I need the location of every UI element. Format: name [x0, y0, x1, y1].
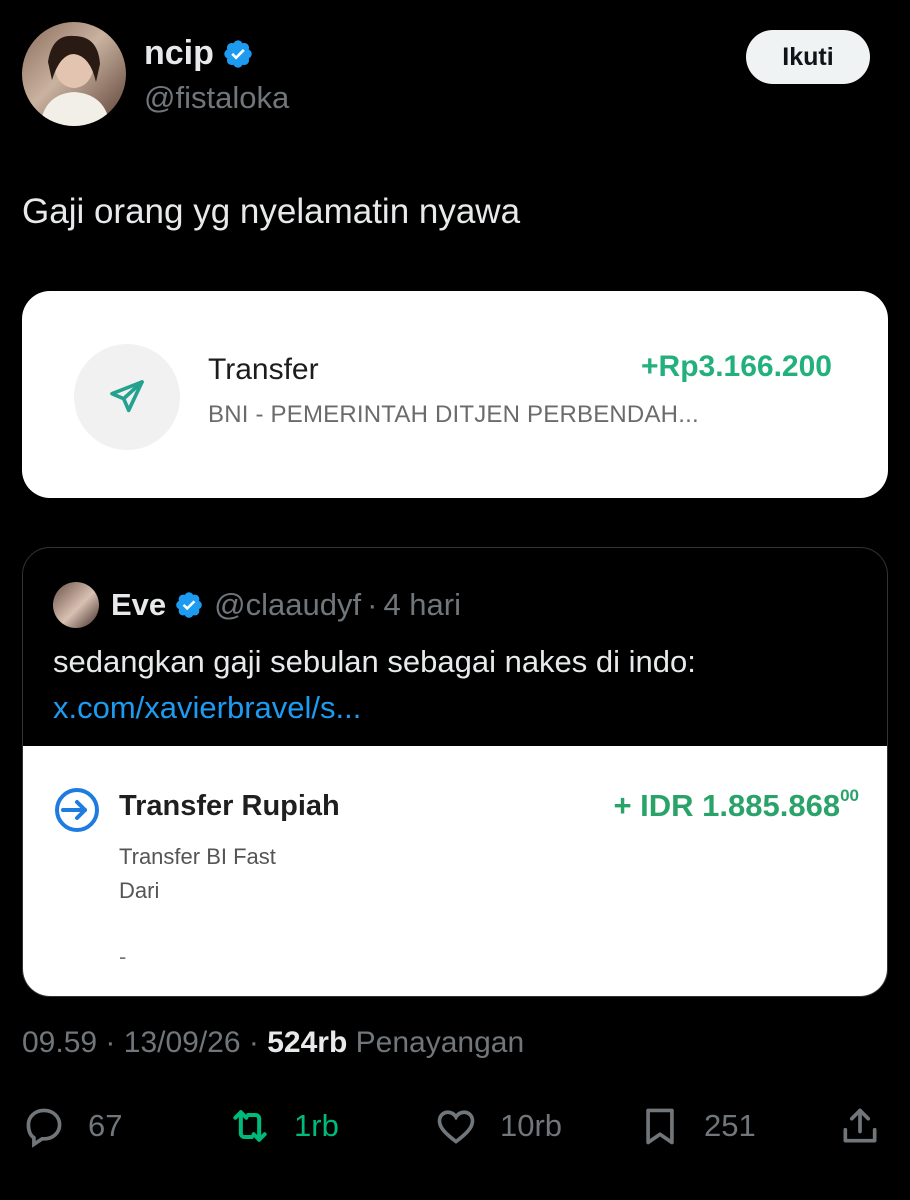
like-button[interactable]: 10rb: [434, 1098, 562, 1154]
avatar[interactable]: [22, 22, 126, 126]
action-bar: 67 1rb 10rb 251: [22, 1098, 888, 1154]
media-amount-cents: 00: [840, 786, 859, 805]
like-count: 10rb: [500, 1108, 563, 1143]
tweet-text: Gaji orang yg nyelamatin nyawa: [22, 192, 521, 231]
quoted-media-image[interactable]: Transfer Rupiah + IDR 1.885.86800 Transf…: [23, 746, 887, 996]
verified-badge-icon: [224, 39, 252, 68]
quoted-time: 4 hari: [383, 587, 461, 622]
media-line-3: -: [119, 944, 127, 969]
transfer-subtitle: BNI - PEMERINTAH DITJEN PERBENDAH...: [208, 401, 699, 428]
share-button[interactable]: [838, 1098, 882, 1154]
author-name[interactable]: ncip: [144, 34, 214, 73]
views-count: 524rb: [267, 1026, 348, 1059]
media-transfer-title: Transfer Rupiah: [119, 790, 340, 822]
quoted-avatar: [53, 582, 99, 628]
repost-button[interactable]: 1rb: [228, 1098, 339, 1154]
follow-button[interactable]: Ikuti: [746, 30, 870, 84]
reply-icon: [26, 1108, 62, 1148]
reply-count: 67: [88, 1108, 123, 1143]
quoted-author-name: Eve: [111, 587, 167, 622]
quoted-tweet-header: Eve @claaudyf · 4 hari: [53, 582, 461, 628]
transfer-amount: +Rp3.166.200: [641, 350, 832, 383]
transfer-card-image[interactable]: Transfer BNI - PEMERINTAH DITJEN PERBEND…: [22, 291, 888, 498]
tweet-time[interactable]: 09.59: [22, 1026, 97, 1059]
share-icon: [843, 1108, 877, 1143]
quoted-author-handle: @claaudyf: [214, 587, 362, 622]
repost-icon: [233, 1110, 267, 1142]
quoted-link[interactable]: x.com/xavierbravel/s...: [53, 690, 361, 726]
author-name-row: ncip: [144, 34, 254, 73]
send-icon-circle: [74, 344, 180, 450]
send-icon: [110, 380, 144, 413]
transfer-title: Transfer: [208, 353, 319, 386]
heart-icon: [437, 1110, 475, 1144]
transfer-in-icon: [55, 788, 99, 832]
bookmark-button[interactable]: 251: [638, 1098, 756, 1154]
tweet-meta: 09.59 · 13/09/26 · 524rb Penayangan: [22, 1026, 524, 1060]
quoted-separator: ·: [367, 587, 378, 622]
media-line-1: Transfer BI Fast: [119, 844, 276, 869]
reply-button[interactable]: 67: [22, 1098, 122, 1154]
quoted-text: sedangkan gaji sebulan sebagai nakes di …: [53, 644, 696, 679]
media-line-2: Dari: [119, 878, 160, 903]
meta-separator: ·: [105, 1026, 116, 1059]
quoted-tweet[interactable]: Eve @claaudyf · 4 hari sedangkan gaji se…: [22, 547, 888, 997]
meta-separator: ·: [248, 1026, 259, 1059]
repost-count: 1rb: [294, 1108, 339, 1143]
author-handle[interactable]: @fistaloka: [144, 80, 289, 116]
bookmark-icon: [646, 1108, 674, 1145]
tweet-header: ncip @fistaloka Ikuti: [22, 22, 888, 130]
bookmark-count: 251: [704, 1108, 756, 1143]
verified-badge-icon: [176, 592, 202, 618]
media-transfer-amount: + IDR 1.885.86800: [613, 786, 859, 823]
tweet-date[interactable]: 13/09/26: [124, 1026, 241, 1059]
views-label: Penayangan: [355, 1026, 525, 1059]
